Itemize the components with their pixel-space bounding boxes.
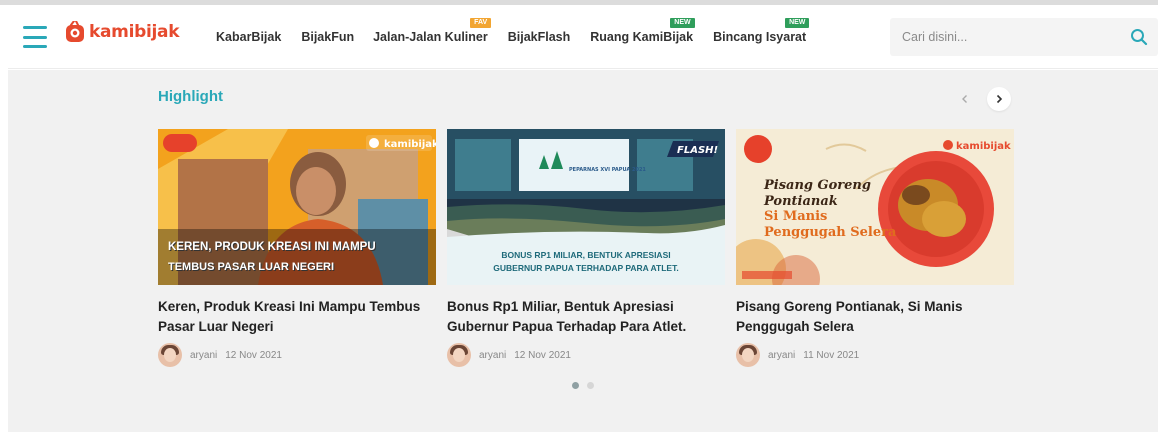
publish-date: 12 Nov 2021 [225, 349, 282, 361]
screen-title: PEPARNAS XVI PAPUA 2021 [569, 167, 646, 173]
hamburger-icon[interactable] [23, 26, 47, 48]
article-thumbnail[interactable]: kamibijak KEREN, PRODUK KREASI INI MAMPU… [158, 129, 436, 285]
article-card[interactable]: kamibijak KEREN, PRODUK KREASI INI MAMPU… [158, 129, 436, 367]
chevron-left-icon [962, 95, 967, 103]
nav-item-kabarbijak[interactable]: KabarBijak [216, 30, 281, 44]
article-thumbnail[interactable]: kamibijak Pisang Goreng Pontianak Si Man… [736, 129, 1014, 285]
search-input[interactable] [902, 18, 1122, 56]
publish-date: 12 Nov 2021 [514, 349, 571, 361]
overlay-caption-line: Pisang Goreng [764, 178, 871, 193]
article-title[interactable]: Bonus Rp1 Miliar, Bentuk Apresiasi Guber… [447, 297, 725, 337]
tv-logo-icon [66, 21, 84, 42]
svg-text:kamibijak: kamibijak [956, 141, 1011, 152]
thumbnail-image: PEPARNAS XVI PAPUA 2021 FLASH! [447, 129, 725, 285]
overlay-caption-line: Si Manis [764, 209, 828, 224]
nav-item-label: KabarBijak [216, 30, 282, 44]
article-card[interactable]: kamibijak Pisang Goreng Pontianak Si Man… [736, 129, 1014, 367]
nav-item-bijakflash[interactable]: BijakFlash [508, 30, 571, 44]
article-meta: aryani 12 Nov 2021 [447, 343, 725, 367]
overlay-caption-line: Penggugah Selera [764, 225, 897, 240]
nav-item-jalan-jalan-kuliner[interactable]: FAV Jalan-Jalan Kuliner [373, 18, 492, 44]
overlay-caption-line: TEMBUS PASAR LUAR NEGERI [168, 261, 335, 273]
new-badge: NEW [785, 18, 810, 28]
search-box [890, 18, 1158, 56]
nav-item-label: Jalan-Jalan Kuliner [373, 30, 488, 44]
pagination-dot[interactable] [587, 382, 594, 389]
nav-item-bijakfun[interactable]: BijakFun [301, 30, 354, 44]
author-avatar [447, 343, 471, 367]
article-title[interactable]: Keren, Produk Kreasi Ini Mampu Tembus Pa… [158, 297, 436, 337]
overlay-caption-line: BONUS RP1 MILIAR, BENTUK APRESIASI [501, 250, 671, 260]
article-title[interactable]: Pisang Goreng Pontianak, Si Manis Penggu… [736, 297, 1014, 337]
svg-text:kamibijak: kamibijak [384, 139, 436, 150]
nav-item-bincang-isyarat[interactable]: NEW Bincang Isyarat [713, 18, 810, 44]
author-name[interactable]: aryani [190, 350, 217, 361]
nav-item-label: BijakFlash [507, 30, 571, 44]
search-icon[interactable] [1130, 28, 1148, 46]
nav-item-ruang-kamibijak[interactable]: NEW Ruang KamiBijak [590, 18, 695, 44]
article-card[interactable]: PEPARNAS XVI PAPUA 2021 FLASH! BONUS RP1… [447, 129, 725, 367]
carousel-prev-button[interactable] [953, 87, 977, 111]
fav-badge: FAV [470, 18, 492, 28]
section-title: Highlight [158, 88, 223, 105]
main-content: Highlight kamibijak KEREN, PRODUK KREASI… [8, 70, 1158, 432]
overlay-caption-line: KEREN, PRODUK KREASI INI MAMPU [168, 241, 376, 253]
carousel-next-button[interactable] [987, 87, 1011, 111]
author-avatar [158, 343, 182, 367]
chevron-right-icon [996, 94, 1003, 104]
nav-item-label: Ruang KamiBijak [590, 30, 694, 44]
site-header: kamibijak KabarBijak BijakFun FAV Jalan-… [8, 7, 1158, 69]
site-logo[interactable]: kamibijak [65, 21, 180, 43]
article-thumbnail[interactable]: PEPARNAS XVI PAPUA 2021 FLASH! BONUS RP1… [447, 129, 725, 285]
logo-text: kamibijak [89, 22, 180, 42]
pagination-dot-active[interactable] [572, 382, 579, 389]
nav-item-label: Bincang Isyarat [713, 30, 807, 44]
overlay-caption-line: Pontianak [764, 194, 838, 209]
publish-date: 11 Nov 2021 [803, 349, 860, 361]
flash-tag: FLASH! [677, 145, 718, 156]
carousel-pagination [572, 382, 594, 389]
article-meta: aryani 11 Nov 2021 [736, 343, 1014, 367]
highlight-carousel: kamibijak KEREN, PRODUK KREASI INI MAMPU… [158, 129, 1014, 367]
author-avatar [736, 343, 760, 367]
new-badge: NEW [670, 18, 695, 28]
article-meta: aryani 12 Nov 2021 [158, 343, 436, 367]
author-name[interactable]: aryani [479, 350, 506, 361]
top-border [0, 0, 1158, 5]
author-name[interactable]: aryani [768, 350, 795, 361]
main-nav: KabarBijak BijakFun FAV Jalan-Jalan Kuli… [216, 18, 810, 44]
overlay-caption-line: GUBERNUR PAPUA TERHADAP PARA ATLET. [493, 263, 679, 273]
nav-item-label: BijakFun [301, 30, 355, 44]
